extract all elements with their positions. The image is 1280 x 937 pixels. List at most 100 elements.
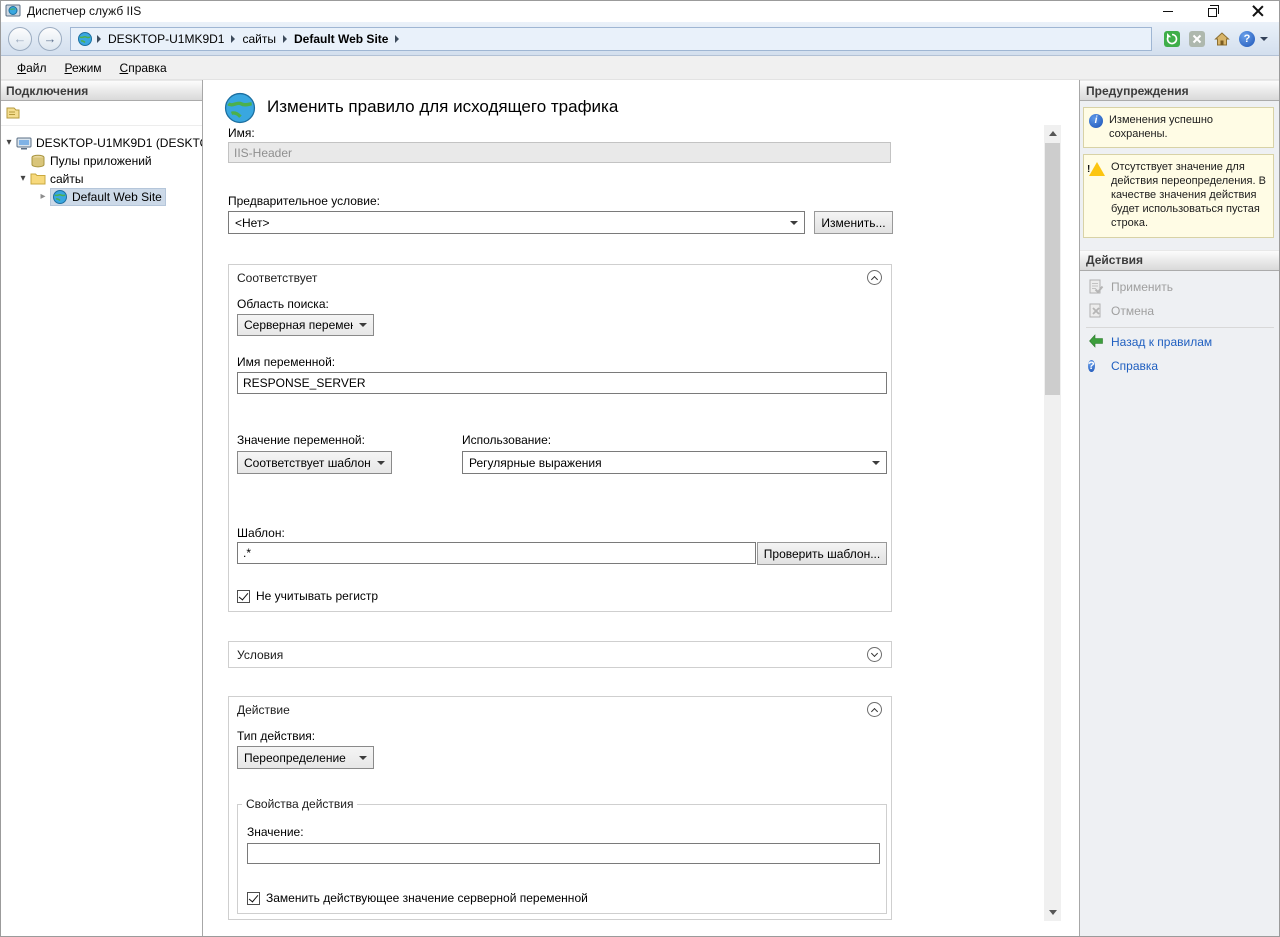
forward-button[interactable] xyxy=(38,27,62,51)
help-action[interactable]: Справка xyxy=(1080,354,1280,378)
stop-icon[interactable] xyxy=(1189,31,1205,47)
chevron-down-icon xyxy=(377,461,385,465)
checkbox-checked-icon[interactable] xyxy=(237,590,250,603)
menu-view[interactable]: Режим xyxy=(56,58,111,78)
connections-tree: DESKTOP-U1MK9D1 (DESKTOP Пулы приложений… xyxy=(0,126,202,206)
vertical-scrollbar[interactable] xyxy=(1044,125,1061,921)
breadcrumb-arrow-icon xyxy=(97,35,101,43)
action-type-label: Тип действия: xyxy=(237,729,315,743)
cancel-action: Отмена xyxy=(1080,299,1280,323)
help-label[interactable]: Справка xyxy=(1111,359,1158,373)
selected-tree-item[interactable]: Default Web Site xyxy=(50,188,166,206)
action-type-select[interactable]: Переопределение xyxy=(237,746,374,769)
action-value-label: Значение: xyxy=(247,825,304,839)
server-icon xyxy=(16,135,32,151)
breadcrumb[interactable]: DESKTOP-U1MK9D1 сайты Default Web Site xyxy=(70,27,1152,51)
expander-icon[interactable] xyxy=(18,174,28,184)
minimize-button[interactable] xyxy=(1145,0,1190,22)
apply-action: Применить xyxy=(1080,275,1280,299)
tree-item-label: Default Web Site xyxy=(72,190,162,204)
feature-globe-icon xyxy=(223,91,257,125)
apply-label: Применить xyxy=(1111,280,1173,294)
scrollbar-thumb[interactable] xyxy=(1045,143,1060,395)
conditions-section-title: Условия xyxy=(237,648,283,662)
tree-item-label: Пулы приложений xyxy=(50,154,152,168)
tree-item-sites[interactable]: сайты xyxy=(0,170,202,188)
collapse-section-icon[interactable] xyxy=(867,270,882,285)
divider xyxy=(1086,327,1274,328)
tree-item-app-pools[interactable]: Пулы приложений xyxy=(0,152,202,170)
close-button[interactable] xyxy=(1235,0,1280,22)
back-to-rules-action[interactable]: Назад к правилам xyxy=(1080,330,1280,354)
checkbox-checked-icon[interactable] xyxy=(247,892,260,905)
variable-value-select[interactable]: Соответствует шаблону xyxy=(237,451,392,474)
site-globe-icon xyxy=(77,31,93,47)
folder-icon xyxy=(30,171,46,187)
scope-label: Область поиска: xyxy=(237,297,329,311)
ignore-case-label: Не учитывать регистр xyxy=(256,589,378,603)
title-bar: Диспетчер служб IIS xyxy=(0,0,1280,22)
breadcrumb-arrow-icon[interactable] xyxy=(395,35,399,43)
back-to-rules-label[interactable]: Назад к правилам xyxy=(1111,335,1212,349)
edit-precondition-button[interactable]: Изменить... xyxy=(814,211,893,234)
breadcrumb-arrow-icon[interactable] xyxy=(231,35,235,43)
info-alert-text: Изменения успешно сохранены. xyxy=(1109,113,1269,141)
expand-section-icon[interactable] xyxy=(867,647,882,662)
menu-help[interactable]: Справка xyxy=(111,58,176,78)
expander-icon[interactable] xyxy=(4,138,14,148)
breadcrumb-item-server[interactable]: DESKTOP-U1MK9D1 xyxy=(103,32,229,46)
match-section-title: Соответствует xyxy=(237,271,317,285)
precondition-label: Предварительное условие: xyxy=(228,194,380,208)
scroll-down-button[interactable] xyxy=(1044,904,1061,921)
conditions-section: Условия xyxy=(228,641,892,668)
connections-pane: Подключения DESKTOP-U1MK9D1 (DESKTOP Пул… xyxy=(0,80,203,937)
precondition-select[interactable]: <Нет> xyxy=(228,211,805,234)
chevron-down-icon[interactable] xyxy=(1260,37,1268,41)
new-connection-icon[interactable] xyxy=(5,105,21,121)
apply-icon xyxy=(1088,279,1104,295)
using-value: Регулярные выражения xyxy=(469,456,602,470)
help-icon[interactable] xyxy=(1239,31,1255,47)
action-properties-legend: Свойства действия xyxy=(242,797,357,811)
replace-value-checkbox[interactable]: Заменить действующее значение серверной … xyxy=(247,891,588,905)
warning-alert-text: Отсутствует значение для действия переоп… xyxy=(1111,160,1269,230)
back-arrow-icon xyxy=(1088,334,1104,350)
menu-file[interactable]: Файл xyxy=(8,58,56,78)
chevron-down-icon xyxy=(790,221,798,225)
breadcrumb-item-default-web-site[interactable]: Default Web Site xyxy=(289,32,393,46)
variable-name-input[interactable] xyxy=(237,372,887,394)
collapse-section-icon[interactable] xyxy=(867,702,882,717)
action-value-input[interactable] xyxy=(247,843,880,864)
test-pattern-button[interactable]: Проверить шаблон... xyxy=(757,542,887,565)
variable-name-label: Имя переменной: xyxy=(237,355,335,369)
site-globe-icon xyxy=(52,189,68,205)
scope-value: Серверная переменн xyxy=(244,318,353,332)
connections-header: Подключения xyxy=(0,80,202,101)
pattern-input[interactable] xyxy=(237,542,756,564)
action-properties-group: Свойства действия Значение: Заменить дей… xyxy=(237,797,887,914)
content-pane: Изменить правило для исходящего трафика … xyxy=(203,80,1079,937)
alerts-actions-pane: Предупреждения Изменения успешно сохране… xyxy=(1079,80,1280,937)
scope-select[interactable]: Серверная переменн xyxy=(237,314,374,336)
scroll-up-button[interactable] xyxy=(1044,125,1061,142)
close-icon xyxy=(1252,5,1264,17)
application-pools-icon xyxy=(30,153,46,169)
restore-button[interactable] xyxy=(1190,0,1235,22)
using-select[interactable]: Регулярные выражения xyxy=(462,451,887,474)
tree-item-default-web-site[interactable]: Default Web Site xyxy=(0,188,202,206)
cancel-label: Отмена xyxy=(1111,304,1154,318)
breadcrumb-arrow-icon[interactable] xyxy=(283,35,287,43)
warning-alert: Отсутствует значение для действия переоп… xyxy=(1083,154,1274,237)
page-title: Изменить правило для исходящего трафика xyxy=(267,97,618,117)
precondition-value: <Нет> xyxy=(235,216,269,230)
cancel-icon xyxy=(1088,303,1104,319)
ignore-case-checkbox[interactable]: Не учитывать регистр xyxy=(237,589,378,603)
breadcrumb-item-sites[interactable]: сайты xyxy=(237,32,281,46)
name-label: Имя: xyxy=(228,126,255,140)
tree-item-server[interactable]: DESKTOP-U1MK9D1 (DESKTOP xyxy=(0,134,202,152)
expander-icon[interactable] xyxy=(38,192,48,202)
menu-bar: Файл Режим Справка xyxy=(0,56,1280,80)
restart-icon[interactable] xyxy=(1164,31,1180,47)
window-controls xyxy=(1145,0,1280,22)
home-icon[interactable] xyxy=(1214,31,1230,47)
